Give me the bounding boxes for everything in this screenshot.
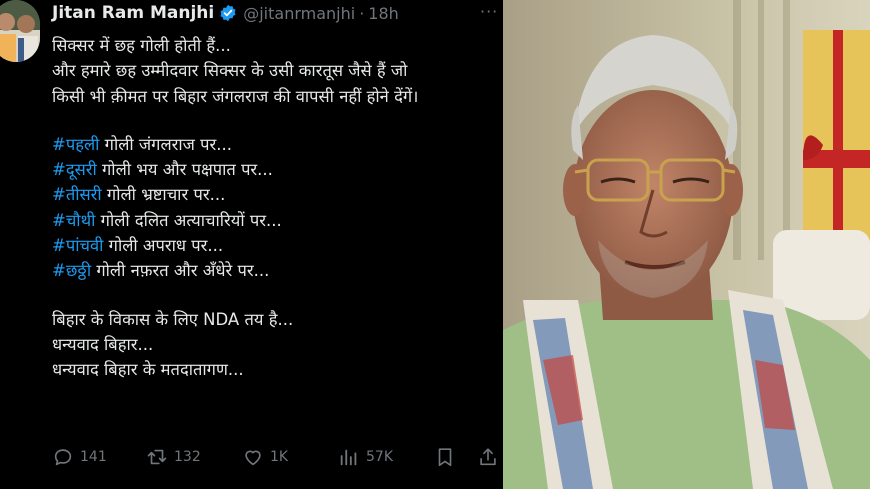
tweet-line: सिक्सर में छह गोली होती हैं...: [52, 36, 231, 55]
avatar[interactable]: [0, 0, 40, 62]
hashtag-line: #दूसरी गोली भय और पक्षपात पर...: [52, 160, 273, 180]
view-count: 57K: [366, 449, 393, 465]
news-photo: [503, 0, 870, 489]
screenshot: Jitan Ram Manjhi @jitanrmanjhi · 18h ···…: [0, 0, 870, 489]
bookmark-icon: [438, 448, 452, 467]
reply-count: 141: [80, 449, 107, 465]
hashtag-link[interactable]: #पहली: [52, 135, 99, 154]
hashtag-link[interactable]: #दूसरी: [52, 160, 97, 179]
like-icon: [245, 450, 261, 466]
hashtag-link[interactable]: #चौथी: [52, 211, 95, 230]
tweet-line: धन्यवाद बिहार...: [52, 334, 154, 354]
hashtag-line: #छठ्ठी गोली नफ़रत और अँधेरे पर...: [52, 261, 270, 281]
reply-icon: [54, 449, 72, 466]
tweet-actions: 141 132 1K 57K: [52, 446, 500, 472]
hashtag-line: #चौथी गोली दलित अत्याचारियों पर...: [52, 210, 282, 230]
hashtag-link[interactable]: #पांचवी: [52, 236, 103, 255]
tweet-timestamp[interactable]: 18h: [368, 4, 399, 23]
tweet-card: Jitan Ram Manjhi @jitanrmanjhi · 18h ···…: [0, 0, 503, 489]
share-button[interactable]: [477, 446, 505, 468]
hashtag-link[interactable]: #तीसरी: [52, 185, 102, 204]
tweet-line: बिहार के विकास के लिए NDA तय है...: [52, 309, 294, 329]
tweet-text: सिक्सर में छह गोली होती हैं... और हमारे …: [52, 33, 498, 383]
hashtag-line: #पहली गोली जंगलराज पर...: [52, 134, 233, 154]
header-separator: ·: [359, 3, 365, 23]
author-name[interactable]: Jitan Ram Manjhi: [52, 3, 214, 23]
repost-count: 132: [174, 449, 201, 465]
reply-button[interactable]: 141: [52, 446, 107, 468]
repost-icon: [147, 449, 167, 465]
hashtag-link[interactable]: #छठ्ठी: [52, 261, 91, 280]
views-icon: [340, 449, 357, 466]
tweet-line: और हमारे छह उम्मीदवार सिक्सर के उसी कारत…: [52, 61, 408, 81]
repost-button[interactable]: 132: [146, 446, 201, 468]
tweet-line: किसी भी क़ीमत पर बिहार जंगलराज की वापसी …: [52, 86, 419, 106]
like-count: 1K: [270, 449, 289, 465]
views-button[interactable]: 57K: [338, 446, 393, 468]
verified-badge-icon: [219, 4, 237, 22]
hashtag-line: #पांचवी गोली अपराध पर...: [52, 236, 224, 256]
share-icon: [480, 448, 496, 466]
portrait-image: [503, 0, 870, 489]
tweet-header: Jitan Ram Manjhi @jitanrmanjhi · 18h: [52, 2, 399, 24]
more-icon[interactable]: ···: [480, 2, 498, 21]
hashtag-line: #तीसरी गोली भ्रष्टाचार पर...: [52, 185, 226, 205]
bookmark-button[interactable]: [434, 446, 462, 468]
like-button[interactable]: 1K: [242, 446, 288, 468]
author-handle[interactable]: @jitanrmanjhi: [243, 4, 355, 23]
tweet-line: धन्यवाद बिहार के मतदातागण...: [52, 360, 244, 380]
